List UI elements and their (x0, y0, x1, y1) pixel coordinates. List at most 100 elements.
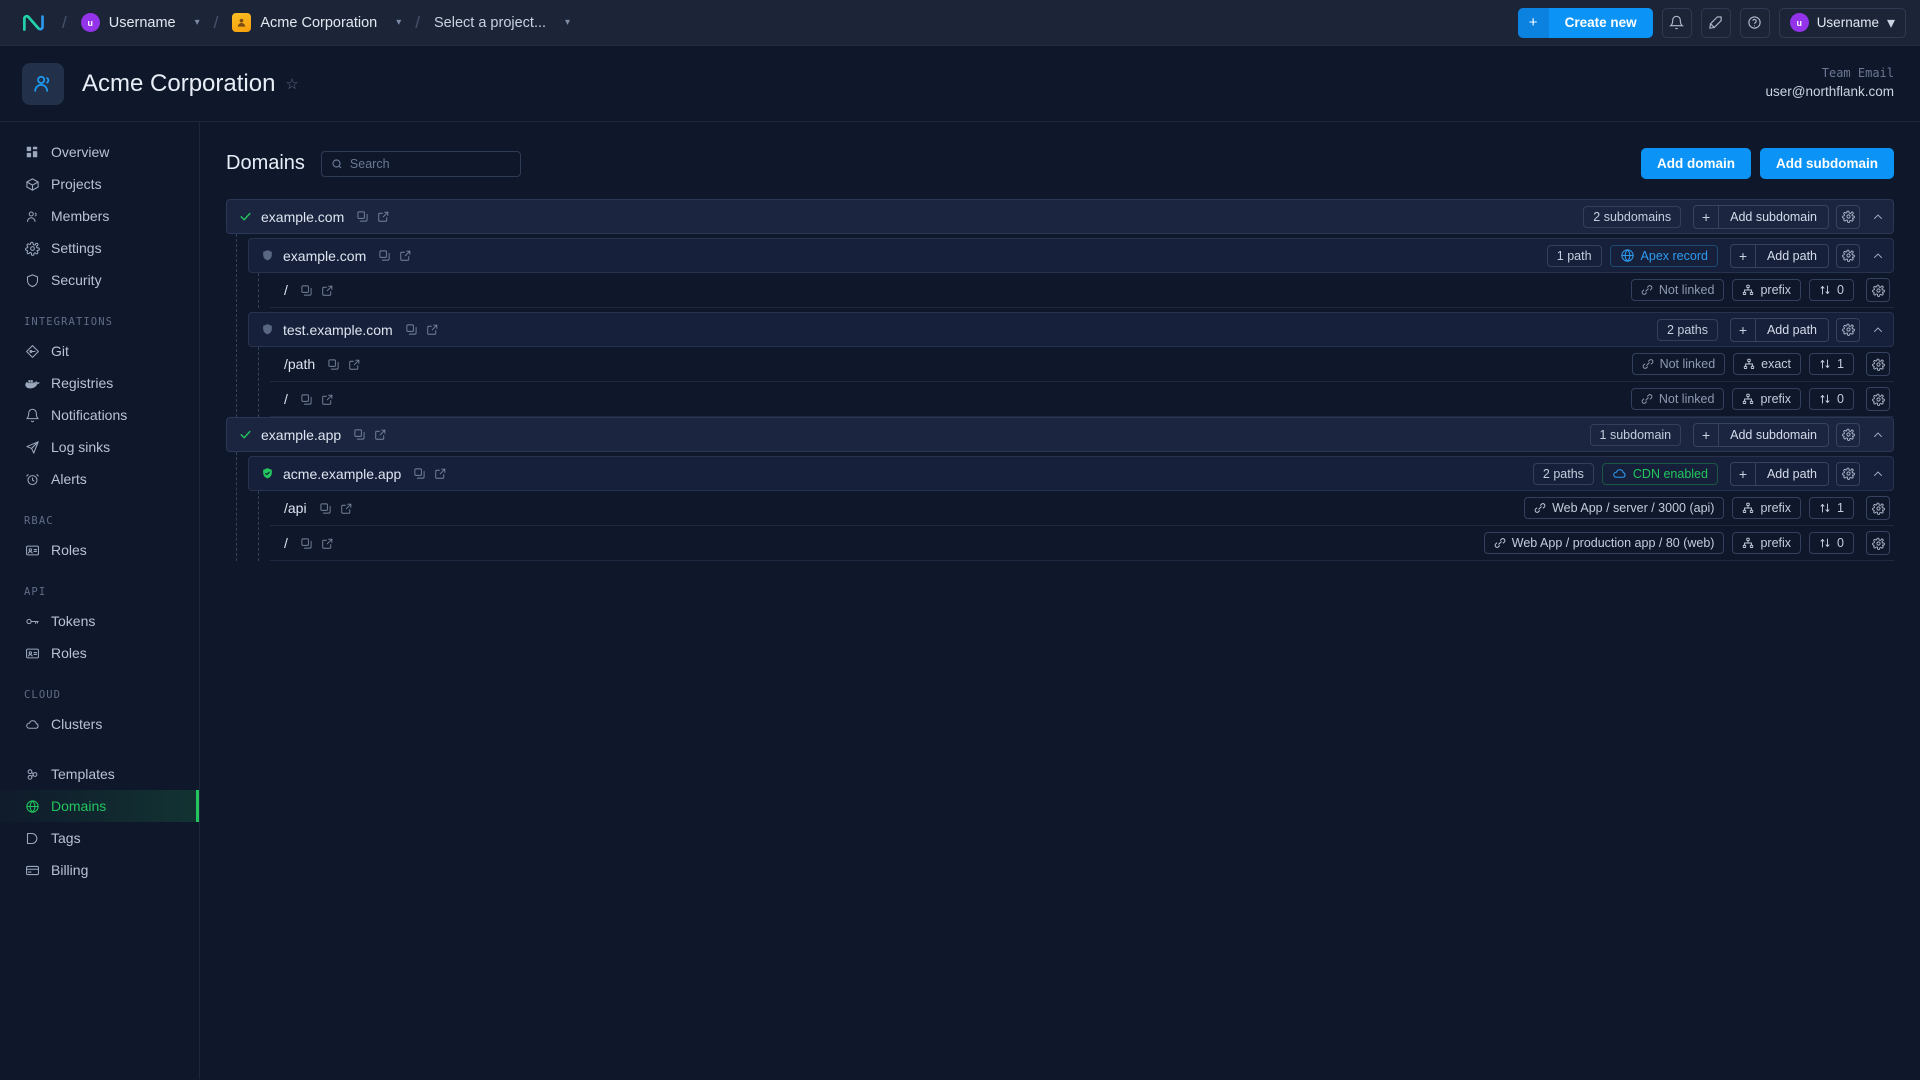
sidebar-item-domains[interactable]: Domains (0, 790, 199, 822)
account-menu-button[interactable]: u Username ▾ (1778, 7, 1906, 38)
create-new-button[interactable]: + Create new (1517, 7, 1653, 38)
sidebar-item-git[interactable]: Git (0, 335, 199, 367)
subdomain-row[interactable]: example.com 1 path Apex record + Add path (248, 238, 1894, 273)
sidebar-item-log-sinks[interactable]: Log sinks (0, 431, 199, 463)
breadcrumb-user[interactable]: u Username ▾ (80, 13, 200, 32)
collapse-toggle[interactable] (1867, 423, 1889, 447)
subdomain-row[interactable]: test.example.com 2 paths + Add path (248, 312, 1894, 347)
sidebar-item-overview[interactable]: Overview (0, 136, 199, 168)
external-link-icon[interactable] (321, 393, 334, 406)
row-settings-button[interactable] (1836, 243, 1860, 268)
sidebar-item-members[interactable]: Members (0, 200, 199, 232)
path-link-label: Not linked (1658, 392, 1715, 406)
northflank-logo-icon[interactable] (18, 8, 48, 38)
domain-row[interactable]: example.com 2 subdomains + Add subdomain (226, 199, 1894, 234)
chevron-down-icon[interactable]: ▾ (565, 17, 570, 28)
path-link-badge[interactable]: Web App / production app / 80 (web) (1483, 532, 1725, 554)
sidebar-item-alerts[interactable]: Alerts (0, 463, 199, 495)
sidebar-item-clusters[interactable]: Clusters (0, 708, 199, 740)
sidebar-item-settings[interactable]: Settings (0, 232, 199, 264)
subdomain-row[interactable]: acme.example.app 2 paths CDN enabled + Add p… (248, 456, 1894, 491)
add-subdomain-button[interactable]: + Add subdomain (1693, 422, 1829, 447)
collapse-toggle[interactable] (1867, 462, 1889, 486)
copy-icon[interactable] (356, 210, 369, 223)
chevron-up-icon (1872, 324, 1884, 336)
add-path-button[interactable]: + Add path (1729, 461, 1829, 486)
path-row[interactable]: / Not linked prefix 0 (270, 382, 1894, 417)
copy-icon[interactable] (378, 249, 391, 262)
chevron-down-icon[interactable]: ▾ (195, 17, 200, 28)
help-button[interactable] (1739, 7, 1770, 38)
collapse-toggle[interactable] (1867, 205, 1889, 229)
sidebar-item-billing[interactable]: Billing (0, 854, 199, 886)
external-link-icon[interactable] (348, 358, 361, 371)
search-input[interactable] (349, 156, 511, 171)
copy-icon[interactable] (300, 537, 313, 550)
path-link-badge[interactable]: Not linked (1630, 279, 1725, 301)
copy-icon[interactable] (319, 502, 332, 515)
external-link-icon[interactable] (434, 467, 447, 480)
row-settings-button[interactable] (1866, 496, 1890, 520)
external-link-icon[interactable] (399, 249, 412, 262)
chevron-down-icon[interactable]: ▾ (396, 17, 401, 28)
sidebar-item-tokens[interactable]: Tokens (0, 605, 199, 637)
path-link-badge[interactable]: Not linked (1631, 353, 1726, 375)
chevron-down-icon[interactable]: ▾ (1887, 13, 1895, 33)
add-path-button[interactable]: + Add path (1729, 317, 1829, 342)
external-link-icon[interactable] (426, 323, 439, 336)
row-settings-button[interactable] (1836, 317, 1860, 342)
add-subdomain-button[interactable]: + Add subdomain (1693, 204, 1829, 229)
sidebar-item-registries[interactable]: Registries (0, 367, 199, 399)
add-subdomain-button[interactable]: Add subdomain (1760, 148, 1894, 179)
collapse-toggle[interactable] (1867, 318, 1889, 342)
sidebar-item-security[interactable]: Security (0, 264, 199, 296)
path-row[interactable]: /api Web App / server / 3000 (api) prefix 1 (270, 491, 1894, 526)
row-settings-button[interactable] (1866, 387, 1890, 411)
row-settings-button[interactable] (1836, 204, 1860, 229)
copy-icon[interactable] (353, 428, 366, 441)
external-link-icon[interactable] (340, 502, 353, 515)
external-link-icon[interactable] (374, 428, 387, 441)
organization-avatar (22, 62, 64, 105)
breadcrumb-organization[interactable]: Acme Corporation ▾ (232, 13, 401, 32)
sidebar-item-templates[interactable]: Templates (0, 758, 199, 790)
path-row[interactable]: / Web App / production app / 80 (web) pref… (270, 526, 1894, 561)
sidebar-item-projects[interactable]: Projects (0, 168, 199, 200)
copy-icon[interactable] (300, 284, 313, 297)
collapse-toggle[interactable] (1867, 244, 1889, 268)
gear-icon (1871, 393, 1885, 406)
avatar: u (80, 13, 100, 32)
sidebar-item-tags[interactable]: Tags (0, 822, 199, 854)
sidebar-item-roles[interactable]: Roles (0, 637, 199, 669)
path-link-badge[interactable]: Web App / server / 3000 (api) (1524, 497, 1725, 519)
sidebar-item-roles[interactable]: Roles (0, 534, 199, 566)
path-row[interactable]: /path Not linked exact 1 (270, 347, 1894, 382)
row-settings-button[interactable] (1866, 531, 1890, 555)
users-icon (24, 209, 40, 224)
main-content: Domains Add domain Add subdomain example… (200, 122, 1920, 1079)
project-selector[interactable]: Select a project... ▾ (434, 15, 570, 31)
path-row[interactable]: / Not linked prefix 0 (270, 273, 1894, 308)
row-settings-button[interactable] (1836, 461, 1860, 486)
sidebar-item-notifications[interactable]: Notifications (0, 399, 199, 431)
copy-icon[interactable] (300, 393, 313, 406)
row-settings-button[interactable] (1836, 422, 1860, 447)
external-link-icon[interactable] (321, 537, 334, 550)
add-domain-button[interactable]: Add domain (1641, 148, 1751, 179)
whats-new-button[interactable] (1700, 7, 1731, 38)
page-title: Acme Corporation (82, 69, 276, 97)
notifications-button[interactable] (1661, 7, 1692, 38)
search-box[interactable] (320, 150, 521, 177)
subdomain-badges: 2 paths (1656, 318, 1718, 341)
path-link-badge[interactable]: Not linked (1630, 388, 1725, 410)
external-link-icon[interactable] (321, 284, 334, 297)
row-settings-button[interactable] (1866, 352, 1890, 376)
external-link-icon[interactable] (377, 210, 390, 223)
copy-icon[interactable] (413, 467, 426, 480)
domain-row[interactable]: example.app 1 subdomain + Add subdomain (226, 417, 1894, 452)
copy-icon[interactable] (327, 358, 340, 371)
favorite-star-icon[interactable]: ☆ (285, 75, 298, 93)
row-settings-button[interactable] (1866, 278, 1890, 302)
copy-icon[interactable] (405, 323, 418, 336)
add-path-button[interactable]: + Add path (1729, 243, 1829, 268)
